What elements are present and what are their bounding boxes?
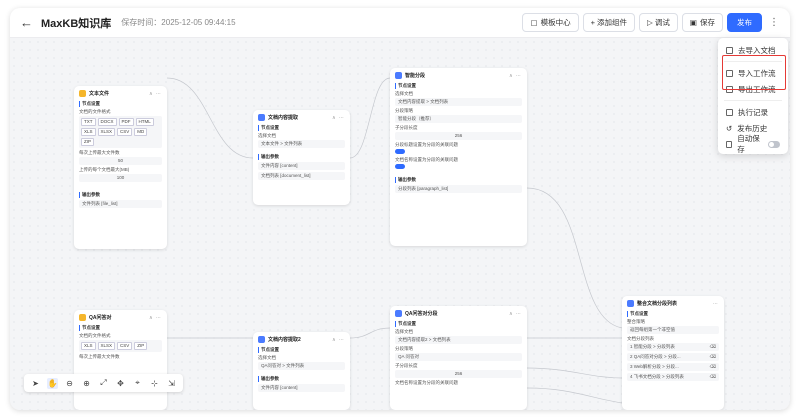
history-icon: ↺	[726, 123, 733, 133]
log-icon	[726, 108, 733, 116]
fit-icon[interactable]: ⤢	[98, 378, 109, 389]
node-actions-icon[interactable]: ⋯	[713, 301, 719, 307]
delete-icon[interactable]: ⌫	[710, 363, 716, 371]
list-item[interactable]: 1 智能分段 > 分段列表 ⌫	[627, 343, 719, 351]
delete-icon[interactable]: ⌫	[710, 343, 716, 351]
select-doc-field[interactable]: QA问答对 > 文件列表	[258, 362, 345, 370]
publish-button[interactable]: 发布	[727, 13, 762, 32]
edge	[166, 77, 254, 159]
add-component-button[interactable]: + 添加组件	[582, 13, 636, 32]
more-icon[interactable]: ⋮	[766, 17, 782, 28]
select-doc-field[interactable]: 文本文件 > 文件列表	[258, 140, 345, 148]
node-actions-icon[interactable]: ∧ ⋯	[149, 315, 162, 321]
extract-node-icon	[258, 336, 265, 343]
qa-format-tags[interactable]: XLS XLSX CSV ZIP	[79, 340, 162, 352]
workflow-canvas[interactable]: 文本文件 ∧ ⋯ 节点设置 文档的文件格式 TXT DOCX PDF HTML …	[10, 38, 790, 410]
autosave-switch[interactable]	[768, 140, 780, 148]
split-node-icon	[395, 310, 402, 317]
canvas-toolbar: ➤ ✋ ⊖ ⊕ ⤢ ✥ ⌖ ⊹ ⇲	[24, 374, 183, 392]
layout-icon[interactable]: ✥	[115, 378, 126, 389]
template-center-button[interactable]: ▢ 模板中心	[522, 13, 579, 32]
edge	[349, 327, 391, 339]
edge	[349, 77, 391, 159]
hand-icon[interactable]: ✋	[47, 377, 58, 389]
highlight-box	[722, 55, 786, 90]
expand-icon[interactable]: ⊹	[149, 378, 160, 389]
zoom-out-icon[interactable]: ⊖	[64, 378, 75, 389]
file-format-tags[interactable]: TXT DOCX PDF HTML XLS XLSX CSV MD ZIP	[79, 116, 162, 148]
app-window: ← MaxKB知识库 保存时间：2025-12-05 09:44:15 ▢ 模板…	[10, 8, 790, 410]
title-question-toggle[interactable]	[395, 149, 405, 154]
save-icon	[726, 140, 733, 148]
app-title: MaxKB知识库	[41, 17, 112, 30]
max-size-input[interactable]: 100	[79, 174, 162, 182]
delete-icon[interactable]: ⌫	[710, 353, 716, 361]
select-doc-field[interactable]: 文档内容提取2 > 文档列表	[395, 336, 522, 344]
save-button[interactable]: ▣ 保存	[681, 13, 723, 32]
merge-strategy-select[interactable]: 返回每组第一个非空值	[627, 326, 719, 334]
node-qa-file[interactable]: QA问答对 ∧ ⋯ 节点设置 文档的文件格式 XLS XLSX CSV ZIP …	[74, 310, 167, 410]
focus-icon[interactable]: ⇲	[166, 378, 177, 389]
select-doc-field[interactable]: 文档内容提取 > 文档列表	[395, 98, 522, 106]
node-doc-extract[interactable]: 文档内容提取 ∧ ⋯ 节点设置 选择文档 文本文件 > 文件列表 输出参数 文件…	[253, 110, 350, 205]
node-actions-icon[interactable]: ∧ ⋯	[509, 311, 522, 317]
docname-question-toggle[interactable]	[395, 164, 405, 169]
divider	[724, 100, 782, 101]
chunk-length-input[interactable]: 256	[395, 370, 522, 378]
extract-node-icon	[258, 114, 265, 121]
node-qa-split[interactable]: QA问答对分段 ∧ ⋯ 节点设置 选择文档 文档内容提取2 > 文档列表 分段策…	[390, 306, 527, 410]
node-actions-icon[interactable]: ∧ ⋯	[332, 337, 345, 343]
file-node-icon	[79, 90, 86, 97]
save-time: 保存时间：2025-12-05 09:44:15	[121, 18, 236, 27]
save-icon: ▣	[689, 18, 697, 27]
node-merge-list[interactable]: 整合文档分段列表 ⋯ 节点设置 整合策略 返回每组第一个非空值 文档分段列表 1…	[622, 296, 724, 410]
edge	[526, 367, 623, 379]
edge	[526, 387, 623, 404]
delete-icon[interactable]: ⌫	[710, 373, 716, 381]
node-actions-icon[interactable]: ∧ ⋯	[509, 73, 522, 79]
back-arrow-icon[interactable]: ←	[20, 15, 33, 30]
node-actions-icon[interactable]: ∧ ⋯	[149, 91, 162, 97]
node-text-file[interactable]: 文本文件 ∧ ⋯ 节点设置 文档的文件格式 TXT DOCX PDF HTML …	[74, 86, 167, 249]
node-smart-split[interactable]: 智能分段 ∧ ⋯ 节点设置 选择文档 文档内容提取 > 文档列表 分段策略 智能…	[390, 68, 527, 246]
split-node-icon	[395, 72, 402, 79]
merge-node-icon	[627, 300, 634, 307]
debug-button[interactable]: ▷ 调试	[639, 13, 678, 32]
document-icon	[726, 46, 733, 54]
node-actions-icon[interactable]: ∧ ⋯	[332, 115, 345, 121]
menu-item-autosave[interactable]: 自动保存	[718, 134, 788, 154]
split-strategy-select[interactable]: QA 问答对	[395, 353, 522, 361]
collapse-icon[interactable]: ⌖	[132, 378, 143, 389]
template-icon: ▢	[530, 18, 538, 27]
menu-item-exec-log[interactable]: 执行记录	[718, 104, 788, 120]
top-bar: ← MaxKB知识库 保存时间：2025-12-05 09:44:15 ▢ 模板…	[10, 8, 790, 38]
zoom-in-icon[interactable]: ⊕	[81, 378, 92, 389]
list-item[interactable]: 3 Web解析分段 > 分段... ⌫	[627, 363, 719, 371]
list-item[interactable]: 4 飞书文档分段 > 分段列表 ⌫	[627, 373, 719, 381]
chunk-length-input[interactable]: 256	[395, 132, 522, 140]
split-strategy-select[interactable]: 智能分段（推荐）	[395, 115, 522, 123]
qa-node-icon	[79, 314, 86, 321]
toolbar: ▢ 模板中心 + 添加组件 ▷ 调试 ▣ 保存 发布 ⋮	[522, 13, 782, 32]
edge	[526, 187, 623, 329]
node-doc-extract-2[interactable]: 文档内容提取2 ∧ ⋯ 节点设置 选择文档 QA问答对 > 文件列表 输出参数 …	[253, 332, 350, 410]
max-files-input[interactable]: 50	[79, 157, 162, 165]
list-item[interactable]: 2 QA问答对分段 > 分段... ⌫	[627, 353, 719, 361]
pointer-icon[interactable]: ➤	[30, 378, 41, 389]
